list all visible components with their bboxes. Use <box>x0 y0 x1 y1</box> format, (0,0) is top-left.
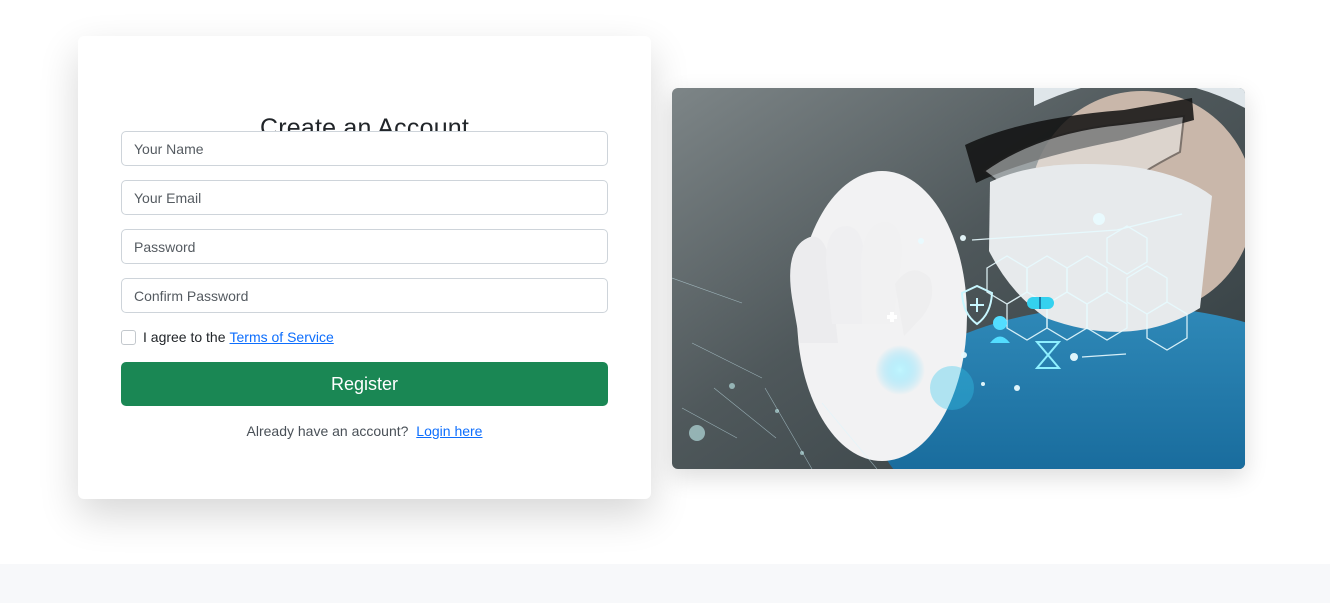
login-link[interactable]: Login here <box>416 423 482 439</box>
register-button[interactable]: Register <box>121 362 608 406</box>
login-prompt: Already have an account? <box>246 423 409 439</box>
email-field[interactable] <box>121 180 608 215</box>
hero-image <box>672 88 1245 469</box>
login-prompt-row: Already have an account? Login here <box>78 423 651 439</box>
footer-band <box>0 564 1330 603</box>
confirm-password-field[interactable] <box>121 278 608 313</box>
terms-link[interactable]: Terms of Service <box>230 329 334 345</box>
agree-label: I agree to the <box>143 329 226 345</box>
password-field[interactable] <box>121 229 608 264</box>
name-field[interactable] <box>121 131 608 166</box>
terms-row: I agree to the Terms of Service <box>121 328 334 346</box>
register-card: Create an Account I agree to the Terms o… <box>78 36 651 499</box>
pill-icon <box>1027 297 1054 309</box>
terms-checkbox[interactable] <box>121 329 136 345</box>
